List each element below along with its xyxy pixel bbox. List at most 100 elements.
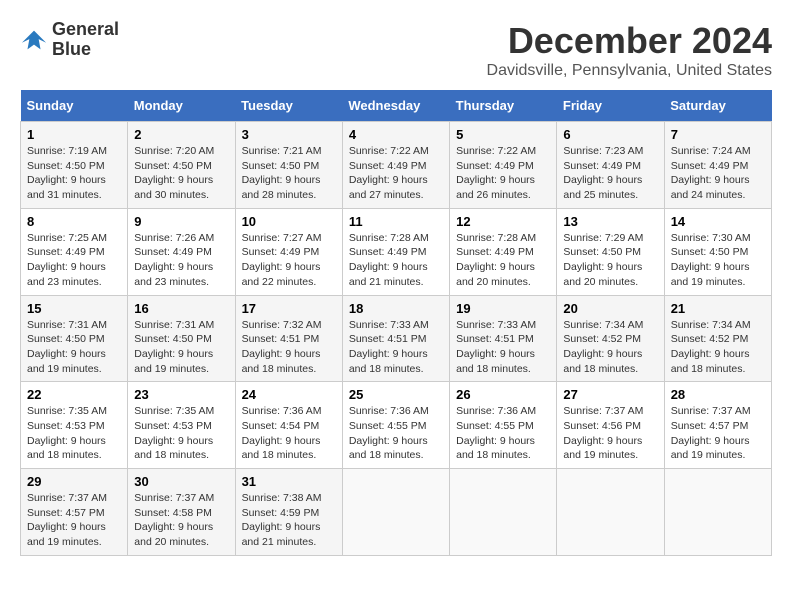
calendar-cell: 30 Sunrise: 7:37 AM Sunset: 4:58 PM Dayl… <box>128 469 235 556</box>
calendar-cell: 7 Sunrise: 7:24 AM Sunset: 4:49 PM Dayli… <box>664 122 771 209</box>
day-number: 31 <box>242 474 336 489</box>
day-detail: Sunrise: 7:38 AM Sunset: 4:59 PM Dayligh… <box>242 492 322 548</box>
day-number: 27 <box>563 387 657 402</box>
calendar-cell: 16 Sunrise: 7:31 AM Sunset: 4:50 PM Dayl… <box>128 295 235 382</box>
day-detail: Sunrise: 7:36 AM Sunset: 4:54 PM Dayligh… <box>242 405 322 461</box>
day-detail: Sunrise: 7:37 AM Sunset: 4:58 PM Dayligh… <box>134 492 214 548</box>
day-number: 6 <box>563 127 657 142</box>
calendar-body: 1 Sunrise: 7:19 AM Sunset: 4:50 PM Dayli… <box>21 122 772 556</box>
calendar-cell: 22 Sunrise: 7:35 AM Sunset: 4:53 PM Dayl… <box>21 382 128 469</box>
calendar-cell: 17 Sunrise: 7:32 AM Sunset: 4:51 PM Dayl… <box>235 295 342 382</box>
day-number: 12 <box>456 214 550 229</box>
day-detail: Sunrise: 7:28 AM Sunset: 4:49 PM Dayligh… <box>349 232 429 288</box>
calendar-week-row: 8 Sunrise: 7:25 AM Sunset: 4:49 PM Dayli… <box>21 208 772 295</box>
logo: General Blue <box>20 20 119 60</box>
calendar-cell: 5 Sunrise: 7:22 AM Sunset: 4:49 PM Dayli… <box>450 122 557 209</box>
calendar-week-row: 1 Sunrise: 7:19 AM Sunset: 4:50 PM Dayli… <box>21 122 772 209</box>
day-number: 10 <box>242 214 336 229</box>
calendar-cell <box>664 469 771 556</box>
day-number: 7 <box>671 127 765 142</box>
calendar-cell: 9 Sunrise: 7:26 AM Sunset: 4:49 PM Dayli… <box>128 208 235 295</box>
calendar-cell: 1 Sunrise: 7:19 AM Sunset: 4:50 PM Dayli… <box>21 122 128 209</box>
day-number: 29 <box>27 474 121 489</box>
day-number: 22 <box>27 387 121 402</box>
calendar-cell: 27 Sunrise: 7:37 AM Sunset: 4:56 PM Dayl… <box>557 382 664 469</box>
day-detail: Sunrise: 7:22 AM Sunset: 4:49 PM Dayligh… <box>456 145 536 201</box>
day-detail: Sunrise: 7:31 AM Sunset: 4:50 PM Dayligh… <box>134 319 214 375</box>
day-detail: Sunrise: 7:36 AM Sunset: 4:55 PM Dayligh… <box>349 405 429 461</box>
calendar-cell <box>450 469 557 556</box>
day-number: 14 <box>671 214 765 229</box>
calendar-cell: 28 Sunrise: 7:37 AM Sunset: 4:57 PM Dayl… <box>664 382 771 469</box>
calendar-cell: 21 Sunrise: 7:34 AM Sunset: 4:52 PM Dayl… <box>664 295 771 382</box>
day-number: 13 <box>563 214 657 229</box>
calendar-cell: 15 Sunrise: 7:31 AM Sunset: 4:50 PM Dayl… <box>21 295 128 382</box>
day-header-friday: Friday <box>557 90 664 122</box>
calendar-cell: 8 Sunrise: 7:25 AM Sunset: 4:49 PM Dayli… <box>21 208 128 295</box>
day-detail: Sunrise: 7:28 AM Sunset: 4:49 PM Dayligh… <box>456 232 536 288</box>
calendar-cell: 14 Sunrise: 7:30 AM Sunset: 4:50 PM Dayl… <box>664 208 771 295</box>
day-detail: Sunrise: 7:25 AM Sunset: 4:49 PM Dayligh… <box>27 232 107 288</box>
day-number: 4 <box>349 127 443 142</box>
day-header-wednesday: Wednesday <box>342 90 449 122</box>
day-number: 9 <box>134 214 228 229</box>
day-number: 19 <box>456 301 550 316</box>
day-detail: Sunrise: 7:34 AM Sunset: 4:52 PM Dayligh… <box>563 319 643 375</box>
calendar-cell: 31 Sunrise: 7:38 AM Sunset: 4:59 PM Dayl… <box>235 469 342 556</box>
day-header-monday: Monday <box>128 90 235 122</box>
day-detail: Sunrise: 7:29 AM Sunset: 4:50 PM Dayligh… <box>563 232 643 288</box>
day-detail: Sunrise: 7:19 AM Sunset: 4:50 PM Dayligh… <box>27 145 107 201</box>
calendar-title: December 2024 <box>487 20 772 62</box>
day-detail: Sunrise: 7:27 AM Sunset: 4:49 PM Dayligh… <box>242 232 322 288</box>
calendar-header-row: SundayMondayTuesdayWednesdayThursdayFrid… <box>21 90 772 122</box>
title-section: December 2024 Davidsville, Pennsylvania,… <box>487 20 772 80</box>
day-detail: Sunrise: 7:33 AM Sunset: 4:51 PM Dayligh… <box>456 319 536 375</box>
day-number: 8 <box>27 214 121 229</box>
day-detail: Sunrise: 7:33 AM Sunset: 4:51 PM Dayligh… <box>349 319 429 375</box>
day-detail: Sunrise: 7:35 AM Sunset: 4:53 PM Dayligh… <box>134 405 214 461</box>
day-number: 5 <box>456 127 550 142</box>
calendar-cell: 19 Sunrise: 7:33 AM Sunset: 4:51 PM Dayl… <box>450 295 557 382</box>
day-number: 30 <box>134 474 228 489</box>
day-detail: Sunrise: 7:22 AM Sunset: 4:49 PM Dayligh… <box>349 145 429 201</box>
day-detail: Sunrise: 7:21 AM Sunset: 4:50 PM Dayligh… <box>242 145 322 201</box>
day-detail: Sunrise: 7:36 AM Sunset: 4:55 PM Dayligh… <box>456 405 536 461</box>
calendar-cell <box>557 469 664 556</box>
day-number: 3 <box>242 127 336 142</box>
day-number: 28 <box>671 387 765 402</box>
calendar-cell: 26 Sunrise: 7:36 AM Sunset: 4:55 PM Dayl… <box>450 382 557 469</box>
calendar-week-row: 22 Sunrise: 7:35 AM Sunset: 4:53 PM Dayl… <box>21 382 772 469</box>
day-detail: Sunrise: 7:35 AM Sunset: 4:53 PM Dayligh… <box>27 405 107 461</box>
calendar-week-row: 15 Sunrise: 7:31 AM Sunset: 4:50 PM Dayl… <box>21 295 772 382</box>
day-number: 24 <box>242 387 336 402</box>
calendar-cell: 23 Sunrise: 7:35 AM Sunset: 4:53 PM Dayl… <box>128 382 235 469</box>
calendar-cell: 3 Sunrise: 7:21 AM Sunset: 4:50 PM Dayli… <box>235 122 342 209</box>
day-detail: Sunrise: 7:34 AM Sunset: 4:52 PM Dayligh… <box>671 319 751 375</box>
day-detail: Sunrise: 7:37 AM Sunset: 4:56 PM Dayligh… <box>563 405 643 461</box>
calendar-cell: 13 Sunrise: 7:29 AM Sunset: 4:50 PM Dayl… <box>557 208 664 295</box>
page-header: General Blue December 2024 Davidsville, … <box>20 20 772 80</box>
calendar-cell: 18 Sunrise: 7:33 AM Sunset: 4:51 PM Dayl… <box>342 295 449 382</box>
day-detail: Sunrise: 7:20 AM Sunset: 4:50 PM Dayligh… <box>134 145 214 201</box>
calendar-cell: 20 Sunrise: 7:34 AM Sunset: 4:52 PM Dayl… <box>557 295 664 382</box>
logo-icon <box>20 26 48 54</box>
calendar-cell: 6 Sunrise: 7:23 AM Sunset: 4:49 PM Dayli… <box>557 122 664 209</box>
calendar-cell: 12 Sunrise: 7:28 AM Sunset: 4:49 PM Dayl… <box>450 208 557 295</box>
day-number: 11 <box>349 214 443 229</box>
day-number: 15 <box>27 301 121 316</box>
logo-text: General Blue <box>52 20 119 60</box>
day-detail: Sunrise: 7:31 AM Sunset: 4:50 PM Dayligh… <box>27 319 107 375</box>
calendar-cell: 24 Sunrise: 7:36 AM Sunset: 4:54 PM Dayl… <box>235 382 342 469</box>
day-header-saturday: Saturday <box>664 90 771 122</box>
day-number: 18 <box>349 301 443 316</box>
day-detail: Sunrise: 7:30 AM Sunset: 4:50 PM Dayligh… <box>671 232 751 288</box>
day-number: 21 <box>671 301 765 316</box>
day-number: 2 <box>134 127 228 142</box>
day-detail: Sunrise: 7:37 AM Sunset: 4:57 PM Dayligh… <box>671 405 751 461</box>
calendar-cell: 11 Sunrise: 7:28 AM Sunset: 4:49 PM Dayl… <box>342 208 449 295</box>
calendar-cell: 4 Sunrise: 7:22 AM Sunset: 4:49 PM Dayli… <box>342 122 449 209</box>
day-header-thursday: Thursday <box>450 90 557 122</box>
day-detail: Sunrise: 7:26 AM Sunset: 4:49 PM Dayligh… <box>134 232 214 288</box>
calendar-cell: 2 Sunrise: 7:20 AM Sunset: 4:50 PM Dayli… <box>128 122 235 209</box>
day-detail: Sunrise: 7:24 AM Sunset: 4:49 PM Dayligh… <box>671 145 751 201</box>
